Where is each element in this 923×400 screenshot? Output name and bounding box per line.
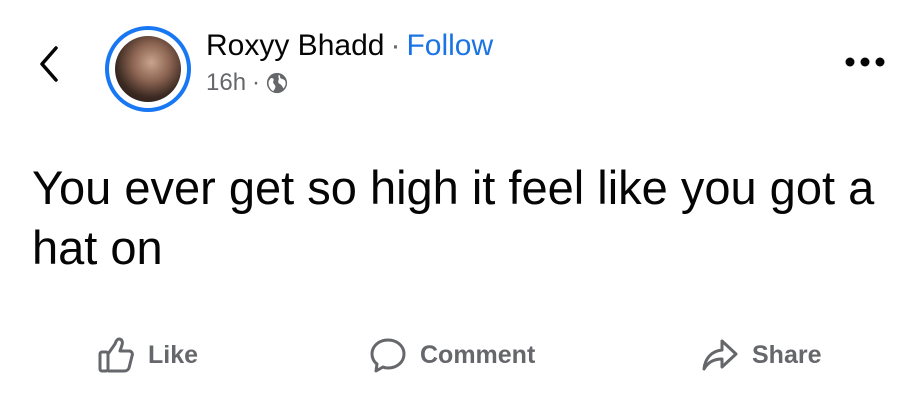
post-author-info: Roxyy Bhadd · Follow 16h · [206,28,493,98]
like-button[interactable]: Like [96,330,198,380]
post-timestamp[interactable]: 16h [206,68,246,98]
comment-icon [370,338,406,373]
comment-label: Comment [420,340,536,369]
more-options-button[interactable] [843,52,887,72]
follow-button[interactable]: Follow [406,29,493,62]
chevron-left-icon [40,46,58,82]
name-separator: · [390,29,401,62]
author-line: Roxyy Bhadd · Follow [206,28,493,64]
globe-icon[interactable] [266,72,288,94]
post-text: You ever get so high it feel like you go… [32,161,875,274]
meta-separator: · [252,69,261,96]
post-actions-bar: Like Comment Share [0,330,923,380]
comment-button[interactable]: Comment [368,330,535,380]
author-name[interactable]: Roxyy Bhadd [206,29,384,62]
share-button[interactable]: Share [700,330,821,380]
avatar-image [115,36,181,102]
thumbs-up-icon [98,337,134,373]
avatar[interactable] [105,26,191,112]
like-label: Like [148,340,199,369]
more-horizontal-icon [845,57,885,67]
post-meta: 16h · [206,68,493,98]
share-icon [702,339,738,371]
share-label: Share [752,340,822,369]
back-button[interactable] [34,44,66,84]
